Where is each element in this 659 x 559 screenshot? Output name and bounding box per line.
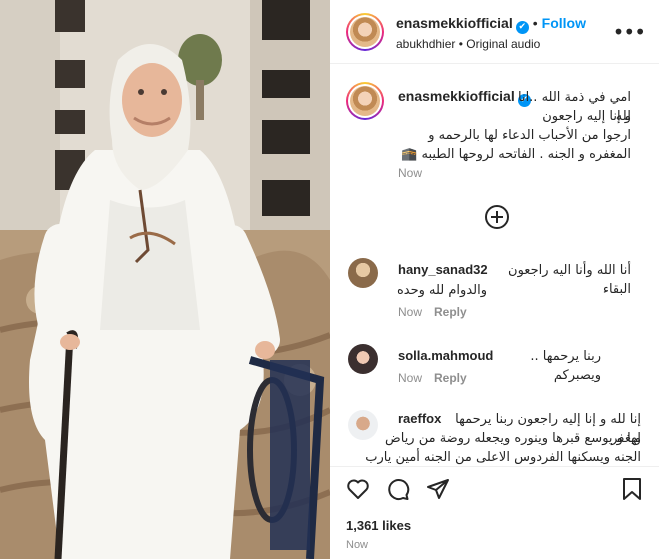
bookmark-icon[interactable] (621, 477, 643, 501)
caption-username[interactable]: enasmekkiofficial (398, 88, 515, 104)
comment-icon[interactable] (386, 477, 410, 501)
caption-line: ارجوا من الأحباب الدعاء لها بالرحمه و (428, 128, 631, 143)
comment-time: Now (398, 305, 423, 319)
heart-icon[interactable] (346, 477, 370, 501)
post-photo (0, 0, 330, 559)
share-icon[interactable] (426, 477, 450, 501)
post-time: Now (346, 539, 369, 551)
audio-user-link[interactable]: abukhdhier (396, 37, 455, 51)
comment-time: Now (398, 371, 423, 385)
verified-badge-icon: ✔ (515, 21, 529, 34)
comment-username[interactable]: solla.mahmoud (398, 348, 493, 363)
comments-section[interactable]: enasmekkiofficial ✔ امي في ذمة الله ..انا… (330, 65, 659, 465)
caption-time: Now (398, 166, 423, 180)
comment-text: أنا الله وأنا اليه راجعون البقاء (508, 263, 631, 297)
separator: • (532, 15, 538, 31)
audio-row: abukhdhier • Original audio (396, 37, 540, 51)
separator: • (458, 37, 463, 51)
post-panel: enasmekkiofficial ✔ • Follow abukhdhier • O… (330, 0, 659, 559)
comment-text: لها و يوسع قبرها وينوره ويجعله روضة من ر… (385, 431, 641, 446)
comment-username[interactable]: raeffox (398, 411, 441, 426)
comment-text: ربنا يرحمها .. ويصبركم (530, 349, 601, 383)
comment-username[interactable]: hany_sanad32 (398, 262, 488, 277)
caption-line: المغفره و الجنه . الفاتحه لروحها الطيبه … (401, 147, 631, 162)
comment-meta: Now Reply (398, 371, 467, 385)
audio-link[interactable]: Original audio (466, 37, 540, 51)
post-header: enasmekkiofficial ✔ • Follow abukhdhier • O… (330, 0, 659, 64)
caption-line: و إنا إليه راجعون (542, 109, 631, 124)
post-actions: 1,361 likes Now (330, 466, 659, 559)
comment-text: الجنه ويسكنها الفردوس الاعلى من الجنه أم… (365, 450, 641, 465)
follow-button[interactable]: Follow (542, 15, 586, 31)
reply-button[interactable]: Reply (434, 305, 467, 319)
avatar[interactable] (348, 344, 378, 374)
comment-meta: Now Reply (398, 305, 467, 319)
avatar[interactable] (346, 13, 384, 51)
comment-text: والدوام لله وحده (396, 283, 487, 298)
reply-button[interactable]: Reply (434, 371, 467, 385)
author-username[interactable]: enasmekkiofficial (396, 15, 513, 31)
likes-count[interactable]: 1,361 likes (346, 518, 411, 533)
more-options-icon[interactable]: ••• (613, 22, 646, 42)
plus-circle-icon[interactable] (485, 205, 509, 229)
post-media[interactable] (0, 0, 330, 559)
header-title-row: enasmekkiofficial ✔ • Follow (396, 15, 586, 34)
